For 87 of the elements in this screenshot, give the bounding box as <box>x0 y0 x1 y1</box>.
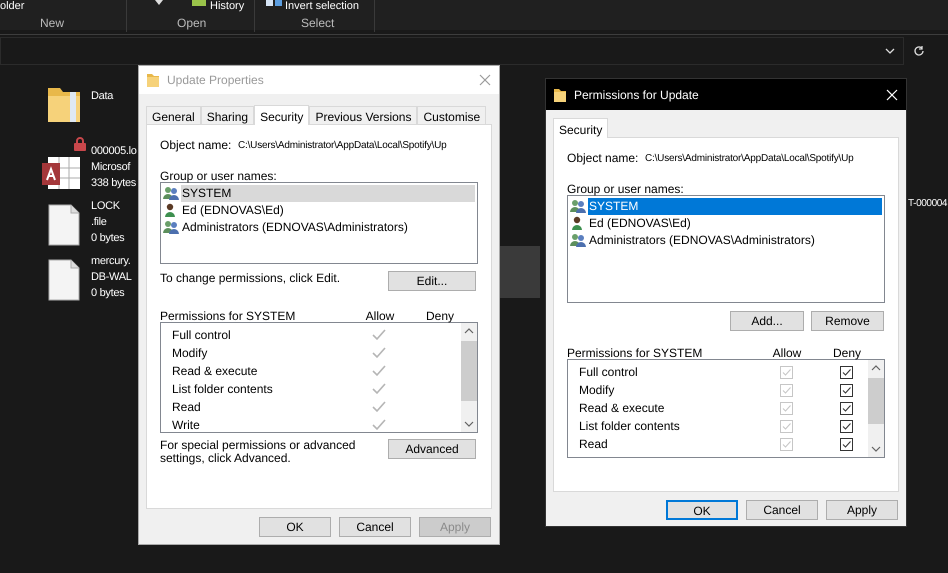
users-icon <box>163 220 179 235</box>
file-label[interactable]: 000005.lo <box>91 143 137 160</box>
file-label[interactable]: .file <box>91 214 107 230</box>
tab[interactable]: General <box>146 106 201 124</box>
dialog-button[interactable]: OK <box>666 500 738 520</box>
user-list[interactable]: SYSTEM Ed (EDNOVAS\Ed) Administrators (EDNOVAS\Administrators) <box>160 182 478 264</box>
field-label: Object name: <box>567 150 640 167</box>
checkbox[interactable] <box>840 384 852 396</box>
scrollbar-thumb[interactable] <box>868 378 884 424</box>
file-label[interactable]: T-000004 <box>908 196 948 211</box>
list-item[interactable]: Administrators (EDNOVAS\Administrators) <box>588 232 882 249</box>
column-header: Allow <box>364 308 396 321</box>
scrollbar[interactable] <box>868 360 884 457</box>
permission-name: Write <box>171 417 201 432</box>
folder-icon <box>147 73 159 87</box>
ribbon-label[interactable]: History <box>210 0 244 12</box>
object-path: C:\Users\Administrator\AppData\Local\Spotify\Up <box>238 138 446 152</box>
list-item[interactable]: SYSTEM <box>181 185 475 202</box>
users-icon <box>570 199 586 214</box>
section-label: Group or user names: <box>160 168 278 181</box>
tab[interactable]: Sharing <box>200 106 254 124</box>
permission-name: List folder contents <box>578 418 681 435</box>
scrollbar[interactable] <box>461 323 477 432</box>
section-label: Group or user names: <box>567 181 685 194</box>
permission-name: Full control <box>578 364 639 381</box>
object-path: C:\Users\Administrator\AppData\Local\Spotify\Up <box>645 152 854 166</box>
permission-name: Read & execute <box>578 400 666 417</box>
tab[interactable]: Previous Versions <box>309 106 418 124</box>
dialog-button[interactable]: Remove <box>811 311 884 331</box>
file-label[interactable]: LOCK <box>91 198 120 214</box>
file-label[interactable]: 0 bytes <box>91 285 124 302</box>
refresh-icon[interactable] <box>913 45 925 57</box>
scrollbar-thumb[interactable] <box>461 341 477 401</box>
history-icon <box>192 0 206 6</box>
list-item[interactable]: Ed (EDNOVAS\Ed) <box>181 202 475 219</box>
tab[interactable]: Customise <box>417 106 486 124</box>
permission-name: Read & execute <box>171 363 258 380</box>
file-label[interactable]: 338 bytes <box>91 175 136 192</box>
checkbox[interactable] <box>840 366 852 378</box>
hint-text: To change permissions, click Edit. <box>160 270 340 287</box>
permission-name: Full control <box>171 327 232 344</box>
window-title: Update Properties <box>167 72 265 89</box>
column-header: Deny <box>832 345 862 358</box>
dialog-button[interactable]: Cancel <box>746 500 818 520</box>
checkbox[interactable] <box>840 420 852 432</box>
section-label: Permissions for SYSTEM <box>160 308 296 321</box>
users-icon <box>163 186 179 201</box>
field-label: Object name: <box>160 137 232 154</box>
file-label[interactable]: 0 bytes <box>91 230 124 246</box>
permission-name: Modify <box>578 382 616 399</box>
dialog-button[interactable]: Apply <box>826 500 898 520</box>
file-label[interactable]: Data <box>91 88 114 104</box>
tab[interactable]: Security <box>254 105 310 125</box>
checkbox[interactable] <box>840 438 852 450</box>
user-list[interactable]: SYSTEM Ed (EDNOVAS\Ed) Administrators (EDNOVAS\Administrators) <box>567 195 885 303</box>
file-label[interactable]: Microsof <box>91 159 130 176</box>
column-header: Allow <box>772 345 802 358</box>
tab[interactable]: Security <box>553 118 608 138</box>
column-header: Deny <box>424 308 455 321</box>
dialog-button[interactable]: OK <box>259 517 331 537</box>
dialog-button[interactable]: Cancel <box>339 517 411 537</box>
window-title: Permissions for Update <box>574 86 700 104</box>
users-icon <box>570 233 586 248</box>
ribbon-group-label: New <box>40 15 64 32</box>
file-label[interactable]: mercury. <box>91 253 131 270</box>
ribbon-group-label: Select <box>301 15 334 32</box>
file-label[interactable]: DB-WAL <box>91 269 132 286</box>
dialog-button[interactable]: Advanced <box>388 439 476 459</box>
ribbon-label[interactable]: older <box>0 0 24 12</box>
permission-name: Modify <box>171 345 208 362</box>
permission-name: List folder contents <box>171 381 274 398</box>
chevron-down-icon[interactable] <box>885 48 895 54</box>
dialog-button[interactable]: Add... <box>730 311 804 331</box>
list-item[interactable]: Administrators (EDNOVAS\Administrators) <box>181 219 475 236</box>
permission-name: Read <box>578 436 609 453</box>
hint-text: For special permissions or advanced settings, click Advanced. <box>160 439 356 465</box>
permission-name: Read <box>171 399 202 416</box>
section-label: Permissions for SYSTEM <box>567 345 704 358</box>
folder-icon <box>554 88 566 102</box>
selection-icon <box>266 0 282 6</box>
list-item[interactable]: SYSTEM <box>588 198 882 215</box>
ribbon-group-label: Open <box>177 15 206 32</box>
dropdown-arrow-icon <box>155 0 163 5</box>
list-item[interactable]: Ed (EDNOVAS\Ed) <box>588 215 882 232</box>
ribbon-label[interactable]: Invert selection <box>285 0 359 12</box>
checkbox[interactable] <box>840 402 852 414</box>
dialog-button[interactable]: Edit... <box>388 271 476 291</box>
